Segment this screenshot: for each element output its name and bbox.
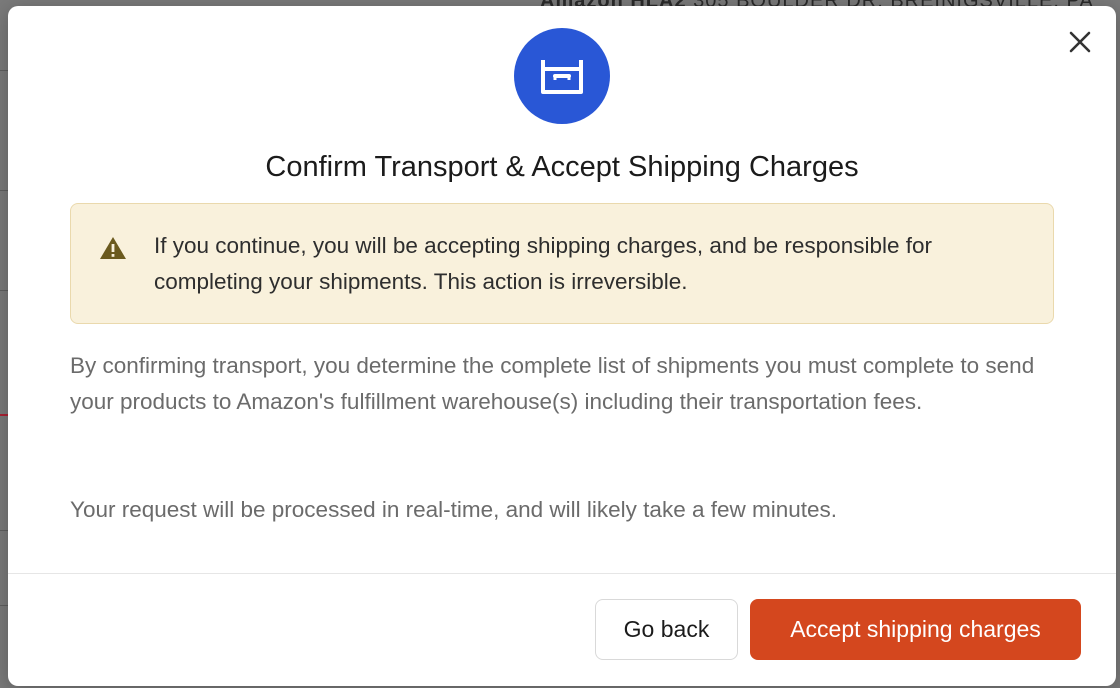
description-paragraph: By confirming transport, you determine t… bbox=[70, 353, 1035, 414]
warning-triangle-icon bbox=[100, 237, 126, 259]
go-back-button[interactable]: Go back bbox=[595, 599, 738, 660]
package-box-icon bbox=[514, 28, 610, 124]
background-left-column bbox=[0, 0, 8, 688]
confirm-transport-modal: Confirm Transport & Accept Shipping Char… bbox=[8, 6, 1116, 686]
accept-shipping-charges-button[interactable]: Accept shipping charges bbox=[750, 599, 1081, 660]
processing-note: Your request will be processed in real-t… bbox=[70, 497, 838, 522]
warning-callout: If you continue, you will be accepting s… bbox=[70, 203, 1054, 324]
footer-divider bbox=[8, 573, 1116, 574]
background-accent-line bbox=[0, 414, 8, 416]
close-icon bbox=[1069, 31, 1091, 53]
warning-text: If you continue, you will be accepting s… bbox=[154, 233, 932, 294]
modal-title: Confirm Transport & Accept Shipping Char… bbox=[265, 151, 859, 183]
close-button[interactable] bbox=[1066, 28, 1094, 56]
